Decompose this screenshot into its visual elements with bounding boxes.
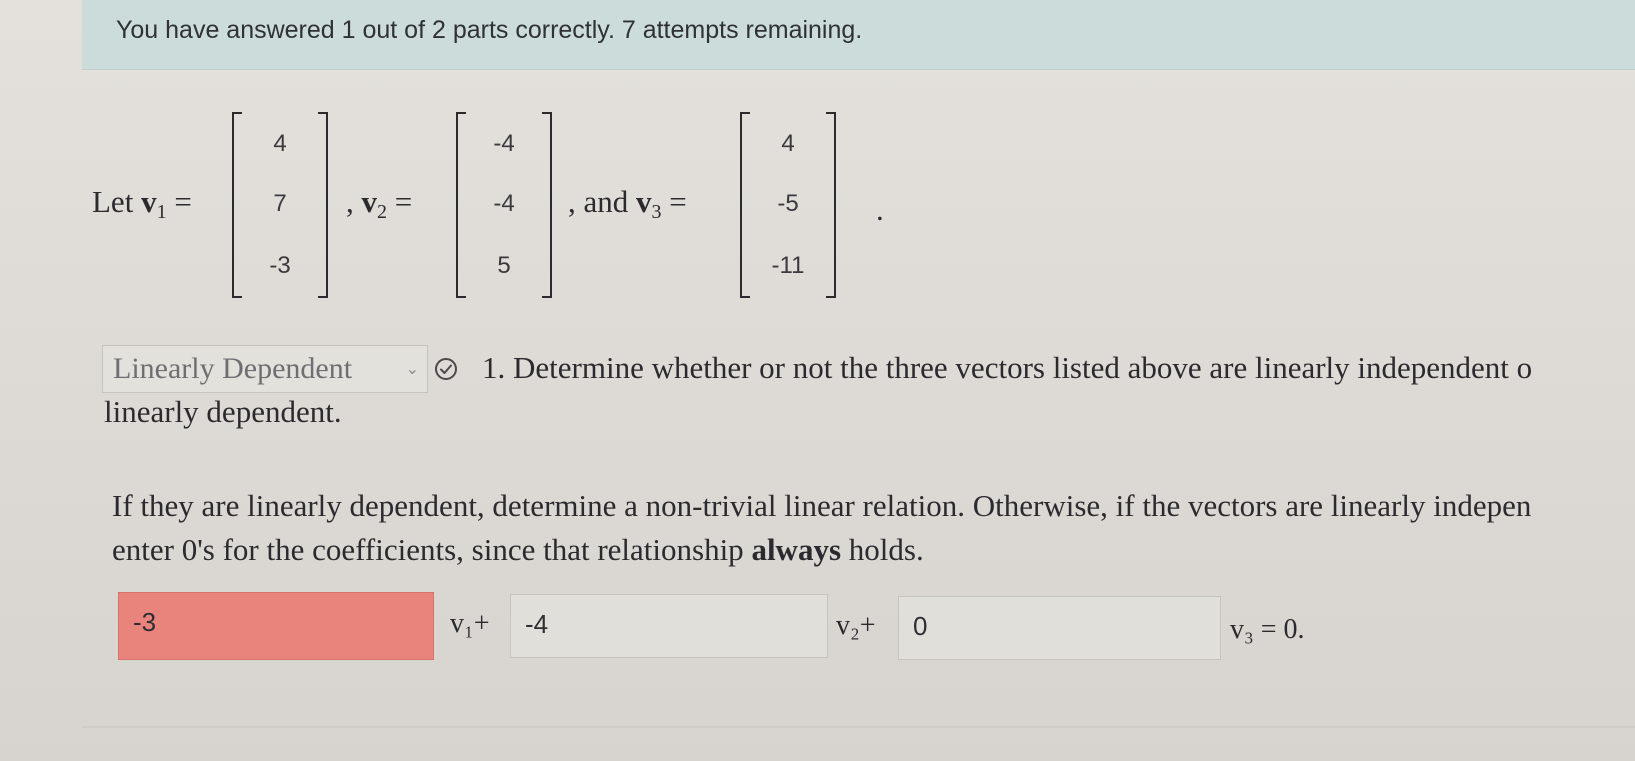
v2-entry-1: -4 <box>493 130 515 157</box>
v2-entry-3: 5 <box>497 252 511 279</box>
dependence-select-value: Linearly Dependent <box>113 352 353 385</box>
coefficient-3-input[interactable]: 0 <box>898 596 1221 660</box>
v2-symbol: v <box>361 184 378 219</box>
v2-comma: , <box>346 184 354 219</box>
v3-matrix: 4 -5 -11 <box>740 112 836 298</box>
question1-prompt-continued: linearly dependent. <box>104 394 342 429</box>
question2-text-pre: enter 0's for the coefficients, since th… <box>112 532 752 567</box>
v3-symbol: v <box>636 184 652 219</box>
v3-equals: = <box>669 184 687 219</box>
and-text: , and <box>568 184 629 219</box>
v3-entry-2: -5 <box>777 190 799 217</box>
check-circle-icon <box>435 358 457 380</box>
coefficient-2-value: -4 <box>525 609 549 639</box>
coefficient-1-value: -3 <box>133 607 157 637</box>
question2-prompt-continued: enter 0's for the coefficients, since th… <box>112 532 924 568</box>
v3-bracket-right <box>826 112 836 298</box>
coefficient-3-value: 0 <box>913 611 928 641</box>
v1-plus-label: v₁+ <box>450 608 490 639</box>
v1-matrix: 4 7 -3 <box>232 112 328 298</box>
v1-symbol: v <box>141 184 157 219</box>
v1-bracket-right <box>318 112 328 298</box>
v2-entry-2: -4 <box>493 190 515 217</box>
v1-equals: = <box>174 184 192 219</box>
let-text: Let <box>92 184 134 219</box>
v1-entry-2: 7 <box>273 190 287 217</box>
v1-subscript: 1 <box>156 201 167 223</box>
v2-equals: = <box>394 184 413 219</box>
section-divider <box>82 726 1635 728</box>
vectors-period: . <box>876 192 884 227</box>
question1-prompt: 1. Determine whether or not the three ve… <box>482 350 1533 385</box>
attempt-status-banner: You have answered 1 out of 2 parts corre… <box>82 0 1635 70</box>
question2-prompt: If they are linearly dependent, determin… <box>112 488 1532 523</box>
v3-entry-3: -11 <box>771 252 805 279</box>
v2-matrix: -4 -4 5 <box>456 112 552 298</box>
let-v1-label: Let v1 = <box>92 184 192 223</box>
v2-label: , v2 = <box>346 184 413 223</box>
v3-subscript: 3 <box>651 201 662 223</box>
v2-plus-label: v₂+ <box>836 610 876 641</box>
v2-bracket-right <box>542 112 552 298</box>
v1-entry-3: -3 <box>269 252 291 279</box>
question2-text-post: holds. <box>841 532 924 567</box>
coefficient-2-input[interactable]: -4 <box>510 594 828 658</box>
v1-entry-1: 4 <box>273 130 287 157</box>
v3-label: , and v3 = <box>568 184 687 223</box>
question2-text-bold: always <box>751 532 842 567</box>
v3-entry-1: 4 <box>781 130 795 157</box>
v3-equals-zero-label: v₃ = 0. <box>1230 614 1305 645</box>
dependence-select[interactable]: Linearly Dependent ⌄ <box>102 345 428 393</box>
attempt-status-text: You have answered 1 out of 2 parts corre… <box>116 16 863 44</box>
chevron-down-icon: ⌄ <box>405 359 419 378</box>
v2-subscript: 2 <box>377 201 387 223</box>
coefficient-1-input[interactable]: -3 <box>118 592 434 660</box>
